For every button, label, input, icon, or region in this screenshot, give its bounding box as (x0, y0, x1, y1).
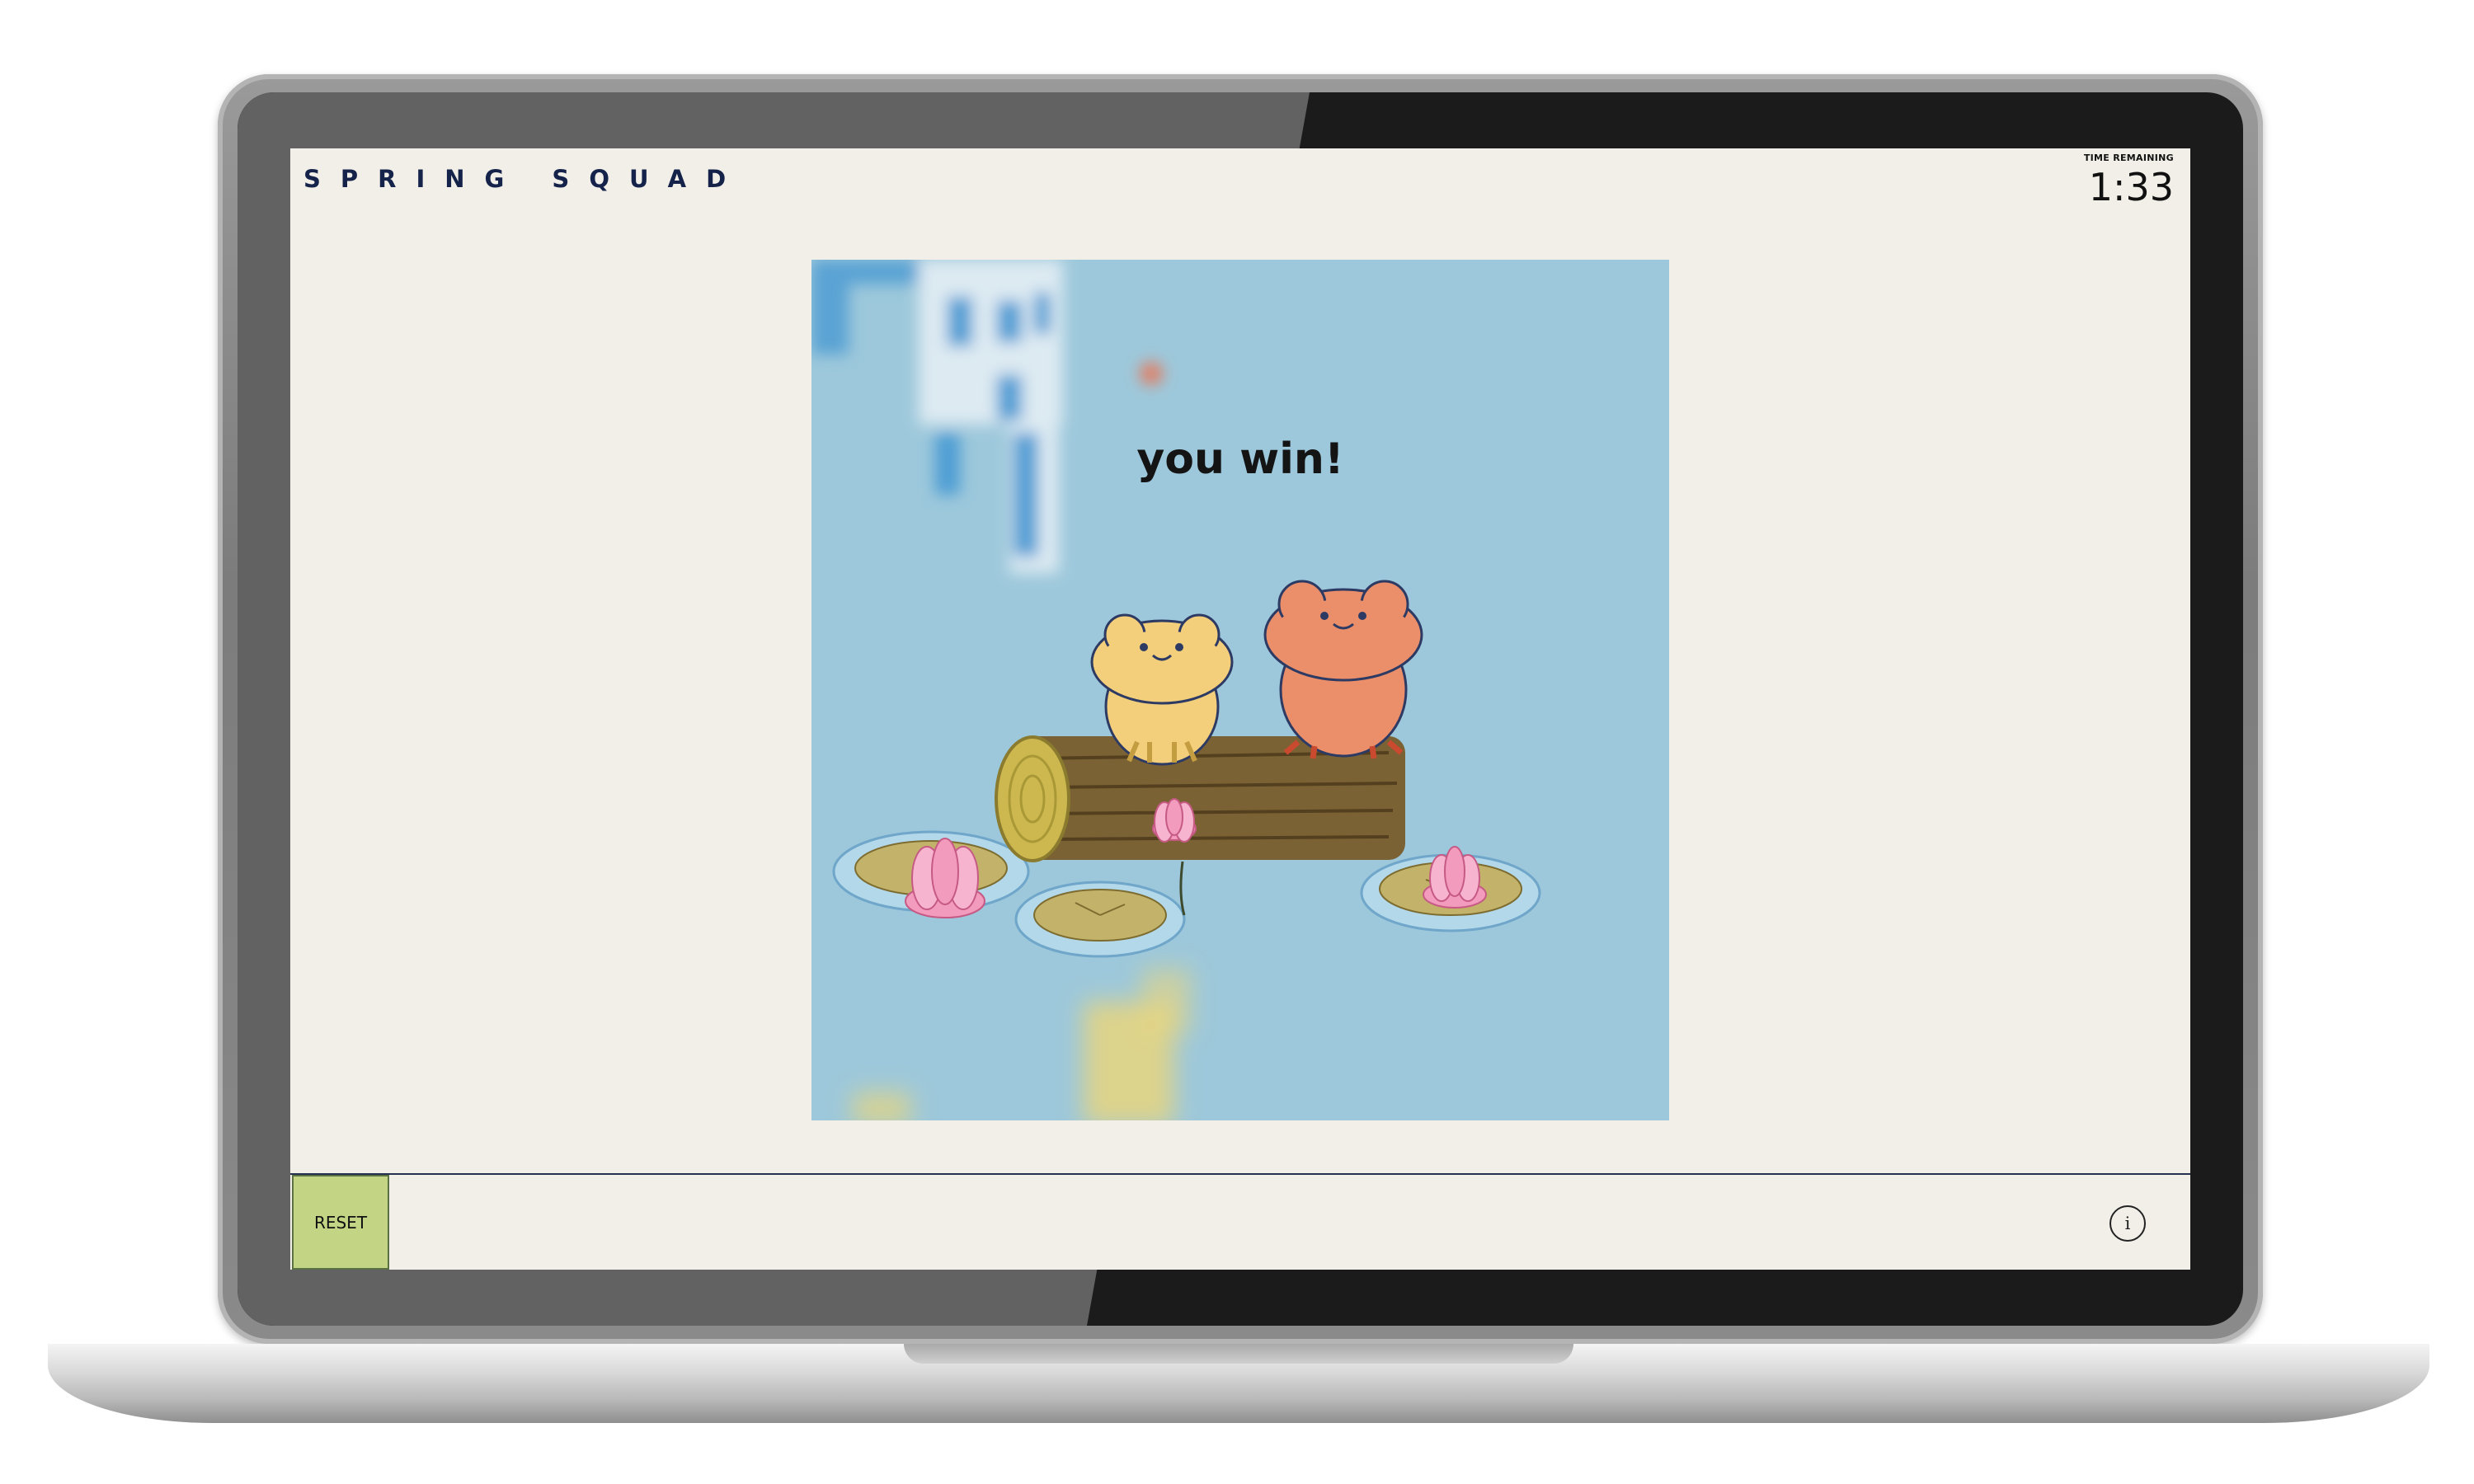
footer-divider (290, 1173, 2190, 1175)
win-message: you win! (1136, 434, 1344, 484)
app-screen: SPRING SQUAD TIME REMAINING 1:33 you win… (290, 148, 2190, 1270)
orange-frog (1263, 580, 1423, 759)
game-board[interactable]: you win! (811, 260, 1669, 1120)
timer-label: TIME REMAINING (2083, 153, 2174, 163)
reset-button[interactable]: RESET (292, 1175, 389, 1270)
win-illustration (811, 260, 1541, 1120)
info-circle-icon[interactable]: i (2109, 1205, 2146, 1242)
laptop-hinge-notch (904, 1344, 1573, 1364)
timer-value: 1:33 (2088, 165, 2174, 209)
app-title: SPRING SQUAD (303, 165, 746, 193)
